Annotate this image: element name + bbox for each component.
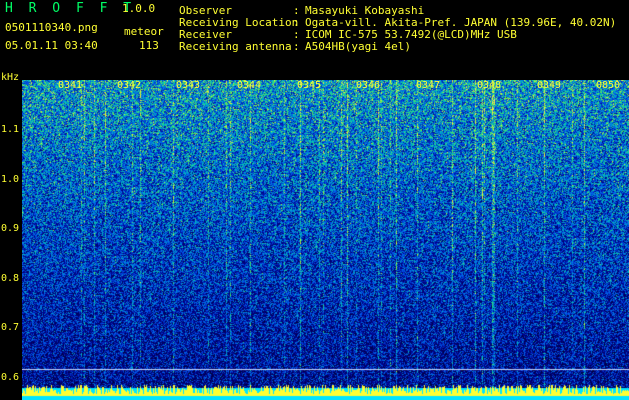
observer-value: Masayuki Kobayashi (305, 4, 425, 17)
time-tick-label: 0342 (117, 80, 142, 91)
y-tick-label: 1.1 (1, 124, 20, 135)
app-version: 1.0.0 (122, 2, 156, 15)
y-tick-label: 0.7 (1, 322, 20, 333)
antenna-label: Receiving antenna (179, 40, 292, 53)
time-tick-label: 0344 (237, 80, 262, 91)
antenna-value: A504HB(yagi 4el) (305, 40, 411, 53)
meteor-label: meteor (124, 25, 164, 38)
location-label: Receiving Location (179, 16, 299, 29)
time-tick-label: 0349 (537, 80, 562, 91)
time-tick-label: 0346 (356, 80, 381, 91)
observer-colon: : (293, 4, 300, 17)
location-colon: : (293, 16, 300, 29)
y-tick-label: 0.6 (1, 372, 20, 383)
y-axis-unit: kHz (1, 72, 20, 83)
file-name: 0501110340.png (5, 21, 98, 34)
location-value: Ogata-vill. Akita-Pref. JAPAN (139.96E, … (305, 16, 617, 29)
receiver-colon: : (293, 28, 300, 41)
hrofft-window: H R O F F T 1.0.0 0501110340.png meteor … (0, 0, 629, 400)
time-tick-label: 0341 (58, 80, 83, 91)
time-tick-label: 0348 (477, 80, 502, 91)
receiver-label: Receiver (179, 28, 232, 41)
receiver-value: ICOM IC-575 53.7492(@LCD)MHz USB (305, 28, 517, 41)
time-tick-label: 0850 (596, 80, 621, 91)
time-tick-label: 0347 (416, 80, 441, 91)
app-title: H R O F F T (5, 1, 136, 16)
antenna-colon: : (293, 40, 300, 53)
y-tick-label: 0.9 (1, 223, 20, 234)
spectrogram-canvas (22, 80, 629, 400)
meteor-count: 113 (139, 39, 159, 52)
datetime: 05.01.11 03:40 (5, 39, 98, 52)
y-tick-label: 1.0 (1, 174, 20, 185)
time-tick-label: 0343 (176, 80, 201, 91)
time-tick-label: 0345 (297, 80, 322, 91)
observer-label: Observer (179, 4, 232, 17)
y-tick-label: 0.8 (1, 273, 20, 284)
